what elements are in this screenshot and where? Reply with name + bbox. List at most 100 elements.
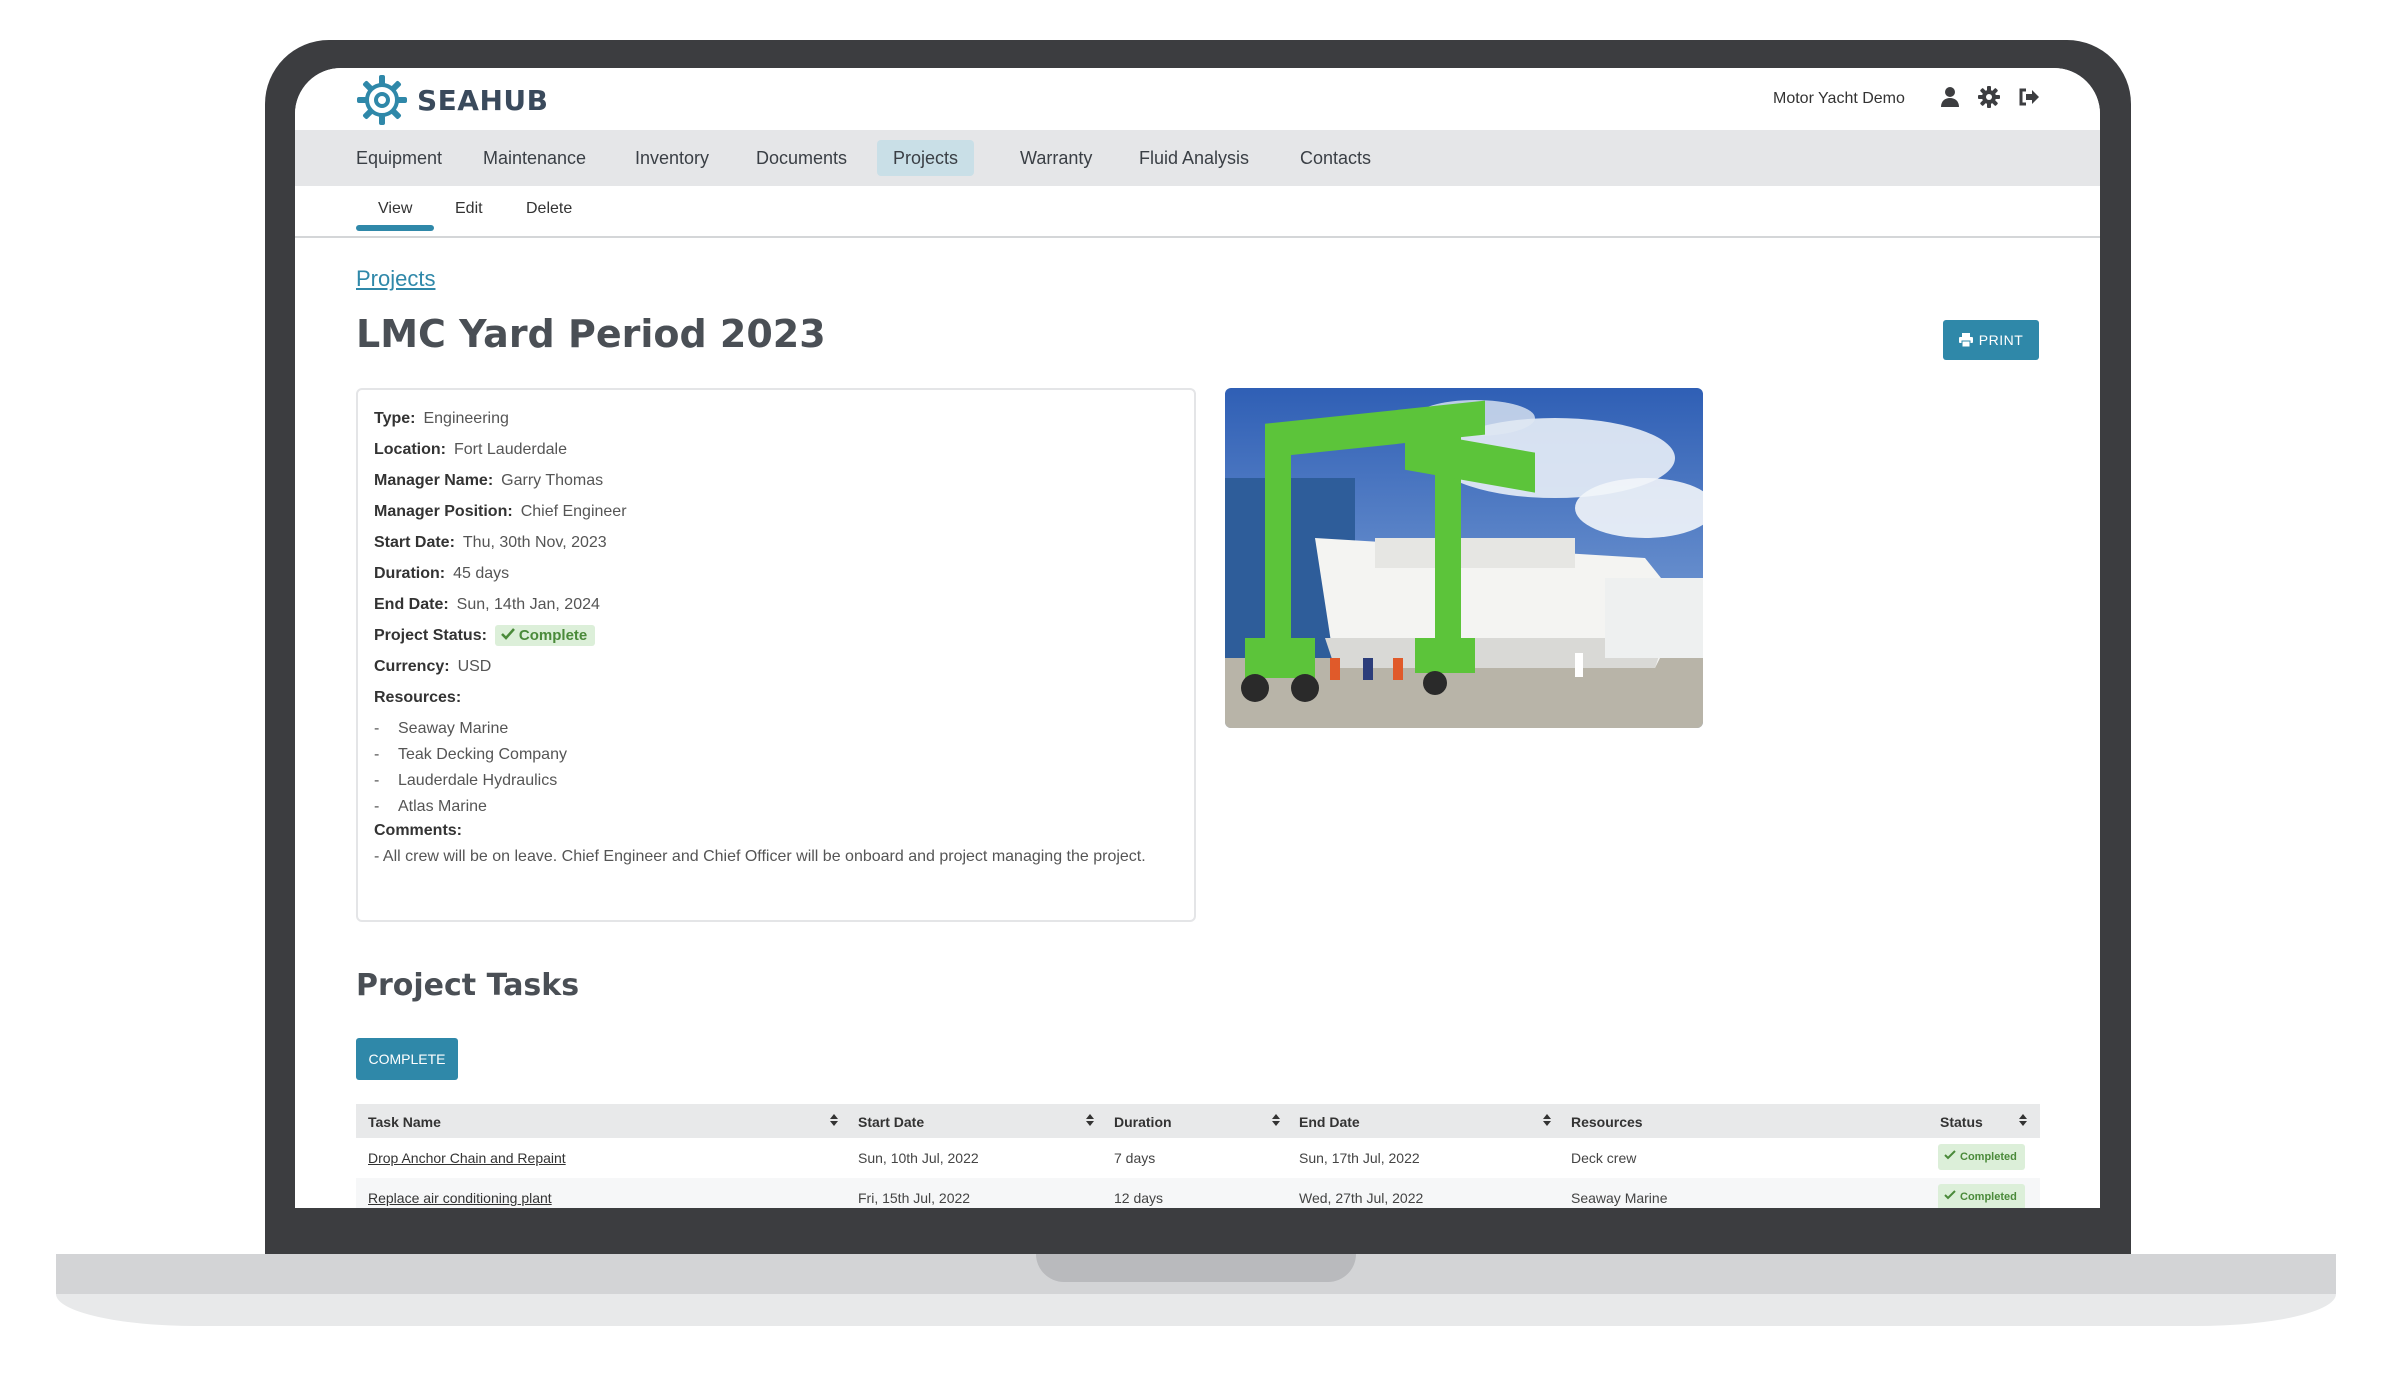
task-name-link[interactable]: Replace air conditioning plant	[368, 1190, 552, 1206]
logout-icon[interactable]	[2017, 86, 2039, 108]
task-start: Sun, 10th Jul, 2022	[858, 1150, 979, 1166]
field-duration-label: Duration:	[374, 565, 446, 582]
project-details-card: Type: Engineering Location: Fort Lauderdal…	[356, 388, 1196, 922]
ship-wheel-icon	[357, 75, 407, 125]
resource-name: Lauderdale Hydraulics	[398, 772, 558, 789]
field-comments-label: Comments:	[374, 822, 470, 840]
comments-text: - All crew will be on leave. Chief Engin…	[374, 848, 1146, 865]
col-end-date[interactable]: End Date	[1299, 1114, 1360, 1130]
app-screen: SEAHUB Motor Yacht Demo Equipment Mainte…	[295, 68, 2100, 1208]
breadcrumb-projects[interactable]: Projects	[356, 266, 435, 292]
nav-fluid-analysis[interactable]: Fluid Analysis	[1123, 140, 1265, 176]
nav-documents[interactable]: Documents	[740, 140, 863, 176]
app-name: SEAHUB	[417, 83, 549, 117]
check-icon	[1944, 1190, 1956, 1200]
field-manager-position: Manager Position: Chief Engineer	[374, 503, 627, 521]
comments-label: Comments:	[374, 822, 463, 839]
nav-equipment[interactable]: Equipment	[340, 140, 458, 176]
field-project-status: Project Status: Complete	[374, 625, 596, 646]
sub-tabs: View Edit Delete	[295, 186, 2100, 238]
check-icon	[1944, 1150, 1956, 1160]
sort-icon[interactable]	[829, 1112, 839, 1128]
field-location-value: Fort Lauderdale	[454, 441, 567, 458]
laptop-base-shadow	[56, 1294, 2336, 1326]
field-currency-label: Currency:	[374, 658, 450, 675]
resource-name: Atlas Marine	[398, 798, 487, 815]
task-status-badge: Completed	[1938, 1144, 2025, 1170]
sort-icon[interactable]	[1542, 1112, 1552, 1128]
field-duration-value: 45 days	[453, 565, 510, 582]
printer-icon	[1958, 333, 1973, 348]
top-bar: SEAHUB Motor Yacht Demo	[295, 68, 2100, 130]
tab-delete[interactable]: Delete	[526, 200, 572, 218]
task-resources: Seaway Marine	[1571, 1190, 1668, 1206]
field-duration: Duration: 45 days	[374, 565, 509, 583]
field-project-status-label: Project Status:	[374, 627, 487, 644]
task-end: Sun, 17th Jul, 2022	[1299, 1150, 1420, 1166]
resource-item: - Lauderdale Hydraulics	[374, 772, 558, 789]
sort-icon[interactable]	[1085, 1112, 1095, 1128]
resource-item: - Teak Decking Company	[374, 746, 567, 763]
task-status-label: Completed	[1960, 1191, 2017, 1203]
vessel-name[interactable]: Motor Yacht Demo	[1773, 90, 1905, 108]
field-type-label: Type:	[374, 410, 416, 427]
check-icon	[501, 628, 515, 640]
field-start-date: Start Date: Thu, 30th Nov, 2023	[374, 534, 607, 552]
laptop-notch	[1036, 1254, 1356, 1282]
nav-contacts[interactable]: Contacts	[1284, 140, 1387, 176]
field-manager-position-value: Chief Engineer	[520, 503, 627, 520]
print-label: PRINT	[1978, 332, 2024, 348]
status-badge-label: Complete	[518, 627, 588, 644]
field-start-date-label: Start Date:	[374, 534, 455, 551]
status-badge: Complete	[494, 625, 596, 646]
col-start-date[interactable]: Start Date	[858, 1114, 924, 1130]
nav-maintenance[interactable]: Maintenance	[467, 140, 602, 176]
resource-item: - Seaway Marine	[374, 720, 509, 737]
task-name-link[interactable]: Drop Anchor Chain and Repaint	[368, 1150, 566, 1166]
main-nav: Equipment Maintenance Inventory Document…	[295, 130, 2100, 186]
col-resources: Resources	[1571, 1114, 1643, 1130]
field-resources-label: Resources:	[374, 689, 469, 707]
field-currency: Currency: USD	[374, 658, 491, 676]
field-type-value: Engineering	[423, 410, 509, 427]
task-status-label: Completed	[1960, 1151, 2017, 1163]
field-manager-name-value: Garry Thomas	[501, 472, 604, 489]
table-row: Replace air conditioning plant Fri, 15th…	[356, 1178, 2040, 1208]
field-location: Location: Fort Lauderdale	[374, 441, 567, 459]
col-task-name[interactable]: Task Name	[368, 1114, 441, 1130]
active-tab-indicator	[356, 225, 434, 231]
field-currency-value: USD	[457, 658, 492, 675]
task-resources: Deck crew	[1571, 1150, 1637, 1166]
task-status-badge: Completed	[1938, 1184, 2025, 1208]
resource-item: - Atlas Marine	[374, 798, 487, 815]
tab-edit[interactable]: Edit	[455, 200, 483, 218]
col-status[interactable]: Status	[1940, 1114, 1983, 1130]
task-duration: 7 days	[1114, 1150, 1156, 1166]
print-button[interactable]: PRINT	[1943, 320, 2039, 360]
yacht-travel-lift-image	[1225, 388, 1703, 728]
field-location-label: Location:	[374, 441, 446, 458]
resources-label: Resources:	[374, 689, 462, 706]
task-duration: 12 days	[1114, 1190, 1164, 1206]
tasks-section-title: Project Tasks	[356, 968, 580, 1003]
resource-name: Seaway Marine	[398, 720, 509, 737]
field-manager-name-label: Manager Name:	[374, 472, 494, 489]
sort-icon[interactable]	[2018, 1112, 2028, 1128]
tab-view[interactable]: View	[378, 200, 412, 218]
gear-icon[interactable]	[1978, 86, 2000, 108]
complete-button[interactable]: COMPLETE	[356, 1038, 458, 1080]
nav-warranty[interactable]: Warranty	[1004, 140, 1108, 176]
user-icon[interactable]	[1939, 86, 1961, 108]
resource-name: Teak Decking Company	[398, 746, 567, 763]
field-manager-name: Manager Name: Garry Thomas	[374, 472, 603, 490]
field-end-date-value: Sun, 14th Jan, 2024	[456, 596, 600, 613]
col-duration[interactable]: Duration	[1114, 1114, 1172, 1130]
project-photo	[1225, 388, 1703, 728]
table-row: Drop Anchor Chain and Repaint Sun, 10th …	[356, 1138, 2040, 1178]
sort-icon[interactable]	[1271, 1112, 1281, 1128]
field-manager-position-label: Manager Position:	[374, 503, 513, 520]
nav-projects[interactable]: Projects	[877, 140, 975, 176]
nav-inventory[interactable]: Inventory	[619, 140, 725, 176]
seahub-logo[interactable]: SEAHUB	[355, 73, 548, 127]
field-end-date-label: End Date:	[374, 596, 449, 613]
